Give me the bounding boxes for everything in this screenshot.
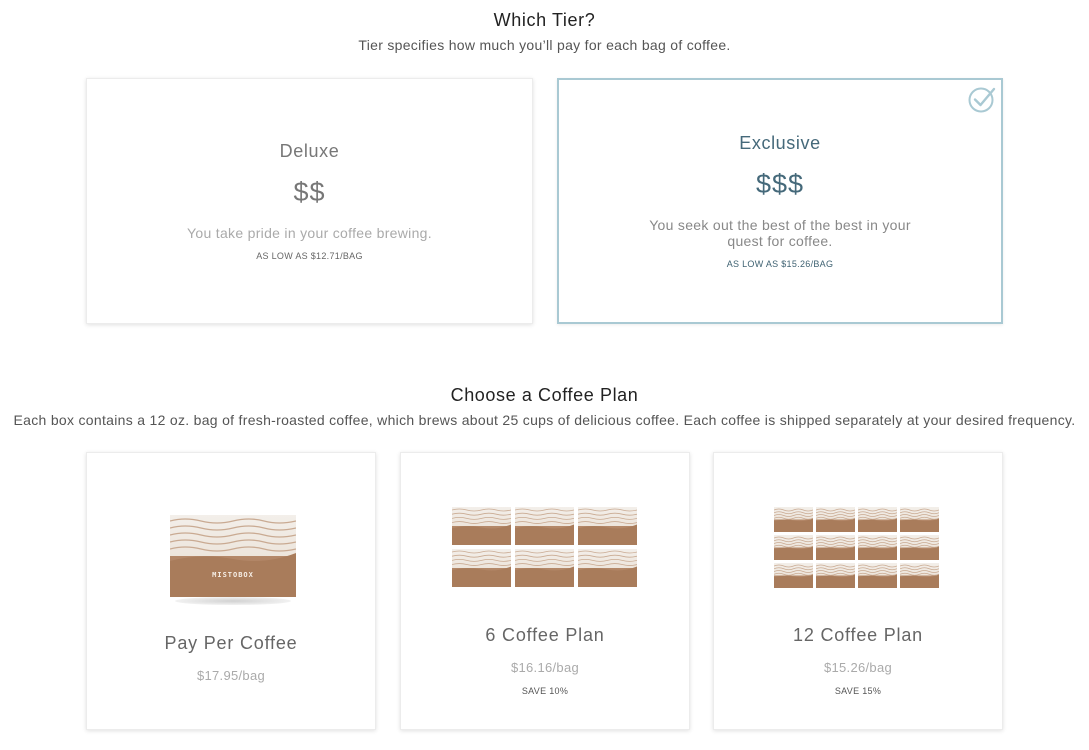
plan-price: $15.26/bag — [823, 660, 893, 675]
coffee-box-thumbnail — [578, 507, 637, 545]
coffee-box-thumbnail — [900, 535, 939, 560]
plan-section-subtitle: Each box contains a 12 oz. bag of fresh-… — [13, 412, 1076, 428]
plan-name: Pay Per Coffee — [164, 633, 298, 653]
coffee-box-thumbnail — [858, 563, 897, 588]
tier-name: Deluxe — [279, 141, 340, 161]
coffee-box-thumbnail — [858, 507, 897, 532]
plan-name: 12 Coffee Plan — [793, 625, 923, 645]
coffee-box-thumbnail — [900, 507, 939, 532]
plan-card-12-coffee[interactable]: 12 Coffee Plan $15.26/bag SAVE 15% — [713, 452, 1003, 730]
tier-section-title: Which Tier? — [493, 10, 596, 30]
coffee-box-thumbnail — [452, 507, 511, 545]
tier-description: You seek out the best of the best in you… — [649, 217, 911, 249]
coffee-box-thumbnail — [858, 535, 897, 560]
plan-section-title: Choose a Coffee Plan — [450, 385, 639, 405]
tier-as-low-as: AS LOW AS $15.26/BAG — [726, 259, 834, 269]
coffee-box-thumbnail — [774, 507, 813, 532]
coffee-box-thumbnail — [452, 549, 511, 587]
tier-price-symbol: $$$ — [755, 169, 805, 199]
tier-as-low-as: AS LOW AS $12.71/BAG — [256, 251, 363, 261]
tier-name: Exclusive — [739, 133, 821, 153]
coffee-box-thumbnail — [774, 563, 813, 588]
coffee-box-thumbnail — [816, 563, 855, 588]
tier-description: You take pride in your coffee brewing. — [187, 225, 432, 241]
coffee-box-thumbnail — [816, 535, 855, 560]
coffee-box-thumbnail — [900, 563, 939, 588]
plan-price: $17.95/bag — [196, 668, 266, 683]
plan-card-pay-per-coffee[interactable]: MISTOBOX Pay Per Coffee $17.95/bag — [86, 452, 376, 730]
tier-card-exclusive[interactable]: Exclusive $$$ You seek out the best of t… — [557, 78, 1003, 324]
plan-save-badge: SAVE 15% — [834, 686, 882, 696]
coffee-box-thumbnail — [515, 507, 574, 545]
tier-card-deluxe[interactable]: Deluxe $$ You take pride in your coffee … — [86, 78, 533, 324]
tier-section-subtitle: Tier specifies how much you’ll pay for e… — [358, 37, 731, 53]
check-circle-icon — [968, 87, 996, 113]
tier-price-symbol: $$ — [293, 177, 326, 207]
box-shadow — [175, 597, 291, 605]
coffee-box-thumbnail — [578, 549, 637, 587]
coffee-box-thumbnail — [515, 549, 574, 587]
coffee-box-grid — [452, 507, 639, 589]
plan-save-badge: SAVE 10% — [521, 686, 569, 696]
plan-card-6-coffee[interactable]: 6 Coffee Plan $16.16/bag SAVE 10% — [400, 452, 690, 730]
plan-name: 6 Coffee Plan — [485, 625, 605, 645]
plan-price: $16.16/bag — [510, 660, 580, 675]
coffee-box-grid — [774, 507, 945, 589]
coffee-box-thumbnail — [774, 535, 813, 560]
box-brand-label: MISTOBOX — [212, 571, 254, 579]
coffee-box-image: MISTOBOX — [170, 515, 296, 597]
coffee-box-thumbnail — [816, 507, 855, 532]
